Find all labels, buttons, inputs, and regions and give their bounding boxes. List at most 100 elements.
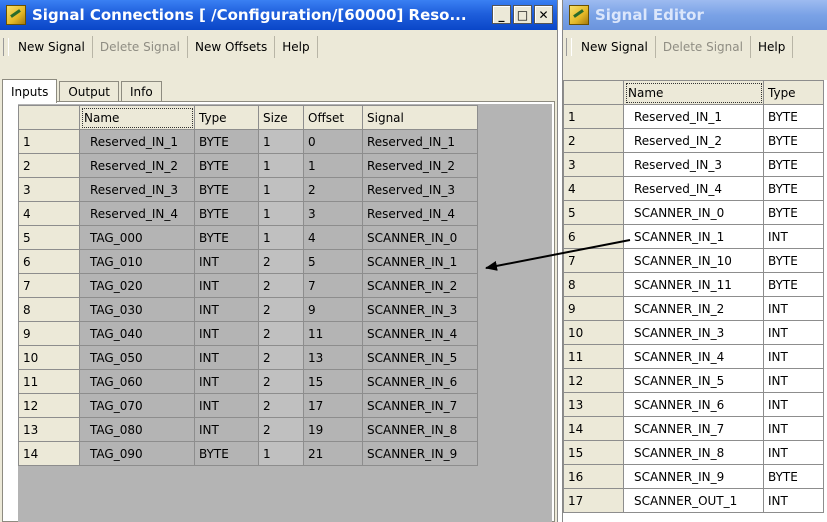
cell-size[interactable]: 1: [258, 225, 304, 250]
cell-name[interactable]: SCANNER_IN_11: [623, 272, 764, 297]
cell-name[interactable]: TAG_040: [79, 321, 195, 346]
cell-type[interactable]: BYTE: [194, 201, 259, 226]
cell-name[interactable]: TAG_090: [79, 441, 195, 466]
cell-type[interactable]: INT: [763, 224, 824, 249]
cell-type[interactable]: BYTE: [763, 152, 824, 177]
cell-offset[interactable]: 7: [303, 273, 363, 298]
table-row[interactable]: 11 TAG_060 INT 2 15 SCANNER_IN_6: [18, 369, 478, 394]
column-header-signal[interactable]: Signal: [362, 105, 478, 130]
cell-name[interactable]: SCANNER_IN_3: [623, 320, 764, 345]
table-row[interactable]: 16 SCANNER_IN_9 BYTE: [563, 464, 824, 489]
table-row[interactable]: 3 Reserved_IN_3 BYTE 1 2 Reserved_IN_3: [18, 177, 478, 202]
cell-name[interactable]: TAG_070: [79, 393, 195, 418]
cell-offset[interactable]: 2: [303, 177, 363, 202]
tab-inputs[interactable]: Inputs: [2, 79, 58, 103]
cell-type[interactable]: INT: [763, 344, 824, 369]
cell-signal[interactable]: Reserved_IN_4: [362, 201, 478, 226]
cell-name[interactable]: Reserved_IN_3: [79, 177, 195, 202]
cell-offset[interactable]: 5: [303, 249, 363, 274]
cell-type[interactable]: BYTE: [763, 128, 824, 153]
cell-name[interactable]: Reserved_IN_1: [79, 129, 195, 154]
cell-name[interactable]: TAG_030: [79, 297, 195, 322]
table-row[interactable]: 10 SCANNER_IN_3 INT: [563, 320, 824, 345]
cell-type[interactable]: BYTE: [194, 153, 259, 178]
cell-offset[interactable]: 15: [303, 369, 363, 394]
cell-type[interactable]: INT: [763, 296, 824, 321]
cell-offset[interactable]: 11: [303, 321, 363, 346]
table-row[interactable]: 7 SCANNER_IN_10 BYTE: [563, 248, 824, 273]
cell-type[interactable]: BYTE: [763, 200, 824, 225]
table-row[interactable]: 13 TAG_080 INT 2 19 SCANNER_IN_8: [18, 417, 478, 442]
cell-signal[interactable]: SCANNER_IN_0: [362, 225, 478, 250]
cell-signal[interactable]: SCANNER_IN_9: [362, 441, 478, 466]
cell-type[interactable]: BYTE: [194, 129, 259, 154]
column-header-offset[interactable]: Offset: [303, 105, 363, 130]
cell-size[interactable]: 2: [258, 417, 304, 442]
column-header-size[interactable]: Size: [258, 105, 304, 130]
cell-size[interactable]: 2: [258, 345, 304, 370]
column-header-type[interactable]: Type: [194, 105, 259, 130]
cell-type[interactable]: INT: [194, 297, 259, 322]
cell-name[interactable]: SCANNER_IN_9: [623, 464, 764, 489]
cell-offset[interactable]: 4: [303, 225, 363, 250]
cell-name[interactable]: Reserved_IN_4: [79, 201, 195, 226]
signal-connections-titlebar[interactable]: Signal Connections [ /Configuration/[600…: [0, 0, 557, 30]
table-row[interactable]: 15 SCANNER_IN_8 INT: [563, 440, 824, 465]
cell-name[interactable]: SCANNER_IN_0: [623, 200, 764, 225]
new-signal-button[interactable]: New Signal: [11, 36, 93, 58]
table-row[interactable]: 5 TAG_000 BYTE 1 4 SCANNER_IN_0: [18, 225, 478, 250]
cell-signal[interactable]: SCANNER_IN_7: [362, 393, 478, 418]
cell-signal[interactable]: Reserved_IN_3: [362, 177, 478, 202]
cell-name[interactable]: TAG_000: [79, 225, 195, 250]
cell-offset[interactable]: 9: [303, 297, 363, 322]
row-header-corner[interactable]: [18, 105, 80, 130]
cell-type[interactable]: BYTE: [194, 177, 259, 202]
table-row[interactable]: 8 SCANNER_IN_11 BYTE: [563, 272, 824, 297]
cell-size[interactable]: 2: [258, 393, 304, 418]
table-row[interactable]: 1 Reserved_IN_1 BYTE: [563, 104, 824, 129]
cell-type[interactable]: BYTE: [763, 104, 824, 129]
table-row[interactable]: 7 TAG_020 INT 2 7 SCANNER_IN_2: [18, 273, 478, 298]
table-row[interactable]: 3 Reserved_IN_3 BYTE: [563, 152, 824, 177]
table-row[interactable]: 14 TAG_090 BYTE 1 21 SCANNER_IN_9: [18, 441, 478, 466]
cell-type[interactable]: INT: [763, 320, 824, 345]
cell-signal[interactable]: SCANNER_IN_4: [362, 321, 478, 346]
cell-name[interactable]: SCANNER_IN_2: [623, 296, 764, 321]
cell-name[interactable]: Reserved_IN_1: [623, 104, 764, 129]
help-menu[interactable]: Help: [275, 36, 318, 58]
table-row[interactable]: 12 TAG_070 INT 2 17 SCANNER_IN_7: [18, 393, 478, 418]
cell-name[interactable]: SCANNER_OUT_1: [623, 488, 764, 513]
tab-output[interactable]: Output: [59, 81, 120, 101]
tab-info[interactable]: Info: [121, 81, 162, 101]
cell-type[interactable]: BYTE: [194, 225, 259, 250]
cell-name[interactable]: Reserved_IN_4: [623, 176, 764, 201]
table-row[interactable]: 11 SCANNER_IN_4 INT: [563, 344, 824, 369]
cell-name[interactable]: SCANNER_IN_5: [623, 368, 764, 393]
new-offsets-button[interactable]: New Offsets: [188, 36, 276, 58]
cell-type[interactable]: INT: [194, 273, 259, 298]
cell-offset[interactable]: 17: [303, 393, 363, 418]
table-row[interactable]: 1 Reserved_IN_1 BYTE 1 0 Reserved_IN_1: [18, 129, 478, 154]
cell-size[interactable]: 2: [258, 249, 304, 274]
column-header-name[interactable]: Name: [623, 80, 764, 105]
cell-name[interactable]: Reserved_IN_3: [623, 152, 764, 177]
cell-size[interactable]: 2: [258, 321, 304, 346]
cell-name[interactable]: Reserved_IN_2: [79, 153, 195, 178]
cell-name[interactable]: TAG_050: [79, 345, 195, 370]
cell-type[interactable]: INT: [194, 249, 259, 274]
cell-offset[interactable]: 19: [303, 417, 363, 442]
cell-offset[interactable]: 3: [303, 201, 363, 226]
cell-type[interactable]: INT: [194, 393, 259, 418]
table-row[interactable]: 17 SCANNER_OUT_1 INT: [563, 488, 824, 513]
table-row[interactable]: 2 Reserved_IN_2 BYTE 1 1 Reserved_IN_2: [18, 153, 478, 178]
cell-name[interactable]: TAG_020: [79, 273, 195, 298]
table-row[interactable]: 9 TAG_040 INT 2 11 SCANNER_IN_4: [18, 321, 478, 346]
cell-size[interactable]: 1: [258, 201, 304, 226]
cell-type[interactable]: INT: [763, 392, 824, 417]
cell-name[interactable]: SCANNER_IN_10: [623, 248, 764, 273]
new-signal-button[interactable]: New Signal: [574, 36, 656, 58]
delete-signal-button[interactable]: Delete Signal: [93, 36, 188, 58]
cell-name[interactable]: TAG_010: [79, 249, 195, 274]
toolbar-grip[interactable]: [3, 38, 9, 56]
cell-offset[interactable]: 0: [303, 129, 363, 154]
